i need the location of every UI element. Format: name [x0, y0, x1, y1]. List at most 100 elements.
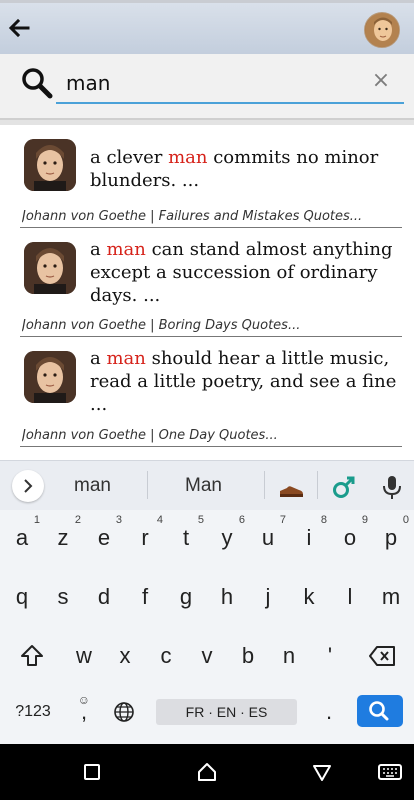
back-nav-icon[interactable]	[308, 758, 336, 786]
author-portrait	[24, 242, 76, 294]
search-bar: ×	[0, 54, 414, 120]
keyboard-switch-icon[interactable]	[376, 758, 404, 786]
key-label: e	[97, 525, 111, 550]
key-label: u	[261, 525, 275, 550]
suggestion-strip: man Man	[0, 460, 414, 510]
microphone-icon[interactable]	[378, 473, 406, 501]
key-t[interactable]: 5t	[166, 514, 206, 558]
key-h[interactable]: h	[207, 577, 247, 617]
shift-key[interactable]	[10, 636, 54, 676]
backspace-key[interactable]	[362, 636, 402, 676]
key-hint: 6	[238, 514, 245, 526]
key-v[interactable]: v	[187, 636, 227, 676]
list-item[interactable]: a clever man commits no minor blunders. …	[0, 125, 414, 232]
key-hint: 9	[361, 514, 368, 526]
key-hint: 0	[402, 514, 409, 526]
highlighted-term: man	[106, 348, 146, 369]
list-item[interactable]: a man should hear a little music, read a…	[0, 342, 414, 452]
profile-avatar[interactable]	[364, 12, 400, 48]
suggestion-word[interactable]: Man	[185, 475, 222, 497]
back-button[interactable]	[6, 15, 32, 41]
key-w[interactable]: w	[64, 636, 104, 676]
key-apostrophe[interactable]: '	[310, 636, 350, 676]
system-navigation-bar	[0, 744, 414, 800]
key-hint: 4	[156, 514, 163, 526]
divider	[20, 446, 402, 447]
author-portrait	[24, 351, 76, 403]
search-action-key[interactable]	[357, 695, 403, 727]
quote-source: Johann von Goethe | Failures and Mistake…	[22, 209, 363, 224]
highlighted-term: man	[168, 147, 208, 168]
shift-icon	[21, 645, 43, 666]
key-u[interactable]: 7u	[248, 514, 288, 558]
key-s[interactable]: s	[43, 577, 83, 617]
quote-text: a man should hear a little music, read a…	[90, 348, 397, 415]
app-screen: × a clever man commits no minor blunders…	[0, 0, 414, 800]
key-j[interactable]: j	[248, 577, 288, 617]
home-icon[interactable]	[193, 758, 221, 786]
key-hint: 2	[74, 514, 81, 526]
search-icon	[369, 701, 389, 721]
quote-text: a clever man commits no minor blunders. …	[90, 147, 379, 191]
shoe-emoji-icon[interactable]	[277, 473, 305, 501]
author-portrait	[24, 139, 76, 191]
symbols-key[interactable]: ?123	[8, 692, 58, 732]
top-app-bar	[0, 0, 414, 54]
soft-keyboard: man Man 1a2z3e4r5t6y7u8i9o0p qsdfghjklm	[0, 460, 414, 744]
key-label: z	[57, 525, 69, 550]
key-q[interactable]: q	[2, 577, 42, 617]
key-z[interactable]: 2z	[43, 514, 83, 558]
key-l[interactable]: l	[330, 577, 370, 617]
comma-key[interactable]: ☺ ,	[66, 692, 102, 732]
space-key[interactable]: FR · EN · ES	[156, 699, 297, 725]
key-g[interactable]: g	[166, 577, 206, 617]
key-hint: 8	[320, 514, 327, 526]
period-key[interactable]: .	[314, 692, 344, 732]
backspace-icon	[369, 646, 395, 666]
list-item[interactable]: a man can stand almost anything except a…	[0, 232, 414, 342]
key-y[interactable]: 6y	[207, 514, 247, 558]
key-d[interactable]: d	[84, 577, 124, 617]
quote-source: Johann von Goethe | One Day Quotes...	[22, 428, 278, 443]
key-hint: 7	[279, 514, 286, 526]
key-c[interactable]: c	[146, 636, 186, 676]
key-f[interactable]: f	[125, 577, 165, 617]
key-r[interactable]: 4r	[125, 514, 165, 558]
key-m[interactable]: m	[371, 577, 411, 617]
key-n[interactable]: n	[269, 636, 309, 676]
suggestion-word[interactable]: man	[74, 475, 111, 497]
key-label: i	[306, 525, 312, 550]
key-k[interactable]: k	[289, 577, 329, 617]
search-icon	[22, 68, 53, 99]
key-e[interactable]: 3e	[84, 514, 124, 558]
key-x[interactable]: x	[105, 636, 145, 676]
emoji-hint-icon: ☺	[77, 693, 90, 707]
quote-text: a man can stand almost anything except a…	[90, 239, 393, 306]
key-label: p	[384, 525, 398, 550]
key-hint: 3	[115, 514, 122, 526]
key-b[interactable]: b	[228, 636, 268, 676]
results-list: a clever man commits no minor blunders. …	[0, 120, 414, 460]
expand-suggestions-button[interactable]	[12, 470, 44, 502]
key-a[interactable]: 1a	[2, 514, 42, 558]
key-p[interactable]: 0p	[371, 514, 411, 558]
divider	[20, 336, 402, 337]
key-label: t	[182, 525, 190, 550]
search-input[interactable]	[56, 64, 404, 104]
language-key[interactable]	[106, 692, 142, 732]
key-o[interactable]: 9o	[330, 514, 370, 558]
male-sign-icon[interactable]	[330, 473, 358, 501]
quote-source: Johann von Goethe | Boring Days Quotes..…	[22, 318, 301, 333]
clear-search-button[interactable]: ×	[370, 70, 392, 92]
divider	[20, 227, 402, 228]
suggestion-separator	[264, 471, 265, 499]
key-label: a	[15, 525, 29, 550]
suggestion-separator	[317, 471, 318, 499]
key-hint: 5	[197, 514, 204, 526]
recent-apps-icon[interactable]	[78, 758, 106, 786]
globe-icon	[114, 702, 134, 722]
chevron-right-icon	[24, 479, 33, 493]
key-i[interactable]: 8i	[289, 514, 329, 558]
key-label: y	[221, 525, 233, 550]
key-label: o	[343, 525, 357, 550]
